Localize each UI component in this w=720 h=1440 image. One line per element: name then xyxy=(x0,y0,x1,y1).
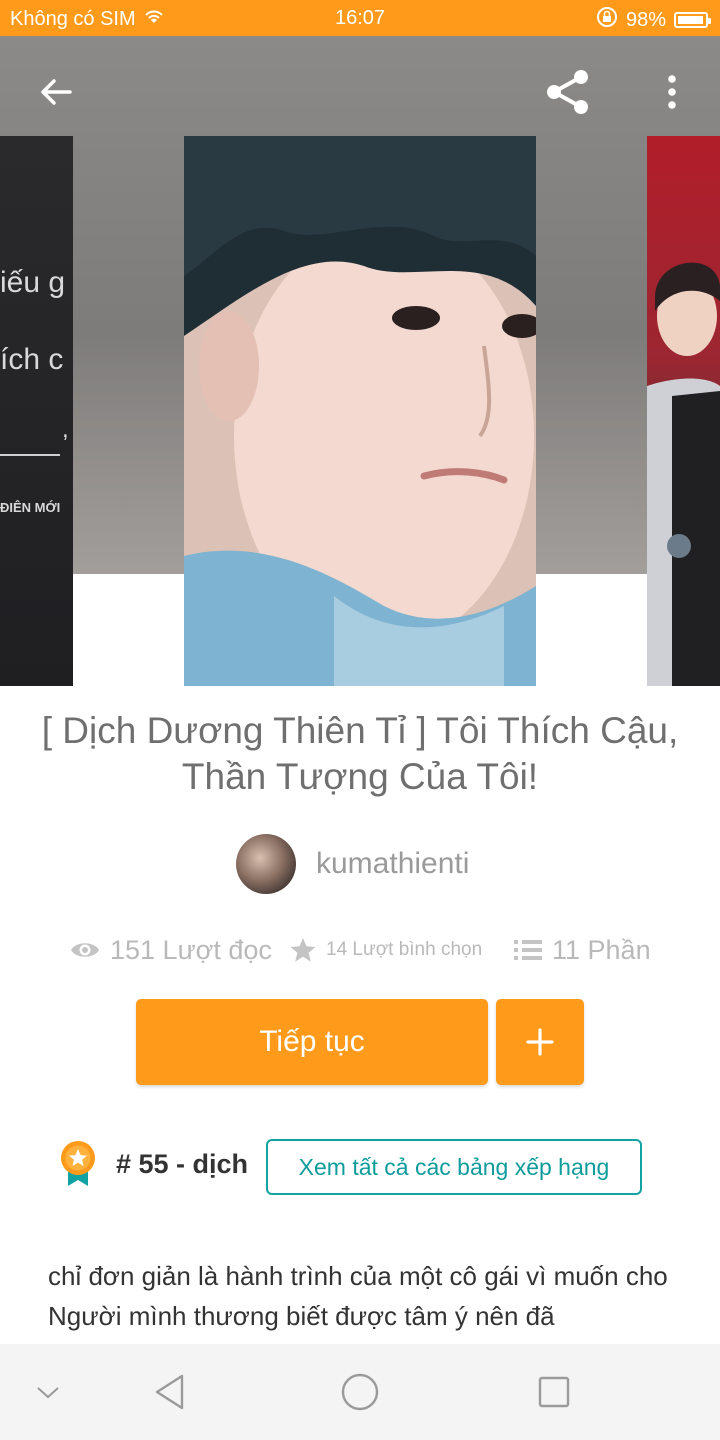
share-button[interactable] xyxy=(540,64,596,120)
author-avatar[interactable] xyxy=(236,834,296,894)
parts-count: 11 Phần xyxy=(552,934,651,965)
votes-count: 14 Lượt bình chọn xyxy=(326,939,483,960)
triangle-back-icon xyxy=(155,1374,184,1410)
list-icon xyxy=(514,940,542,960)
star-icon xyxy=(290,938,316,962)
previous-cover[interactable]: iếu g ích c , ĐIÊN MỚI xyxy=(0,136,73,686)
battery-icon xyxy=(674,12,711,28)
back-button[interactable] xyxy=(28,64,84,120)
more-options-button[interactable] xyxy=(644,64,700,120)
arrow-left-icon xyxy=(41,79,72,105)
status-bar: Không có SIM 16:07 98% xyxy=(0,0,720,36)
add-to-library-button[interactable] xyxy=(496,999,584,1085)
share-icon xyxy=(547,70,588,114)
cover-portrait-image xyxy=(184,136,536,686)
system-navigation-bar xyxy=(0,1344,720,1440)
rotation-lock-icon xyxy=(596,6,618,34)
battery-fill xyxy=(678,16,704,24)
plus-icon xyxy=(526,1028,554,1056)
nav-home-button[interactable] xyxy=(336,1368,384,1416)
battery-percent: 98% xyxy=(625,8,666,31)
reads-stat: 151 Lượt đọc xyxy=(70,928,272,972)
square-recents-icon xyxy=(538,1376,570,1408)
continue-reading-button[interactable]: Tiếp tục xyxy=(136,999,488,1085)
cover-text-1: iếu g xyxy=(0,266,66,299)
continue-reading-label: Tiếp tục xyxy=(259,1025,365,1058)
votes-stat: 14 Lượt bình chọn xyxy=(290,928,482,972)
author-link[interactable]: kumathienti xyxy=(236,834,469,894)
parts-stat: 11 Phần xyxy=(514,928,651,972)
hide-nav-button[interactable] xyxy=(24,1368,72,1416)
view-all-rankings-button[interactable]: Xem tất cả các bảng xếp hạng xyxy=(266,1139,642,1195)
view-all-rankings-label: Xem tất cả các bảng xếp hạng xyxy=(298,1153,610,1180)
chevron-down-icon xyxy=(37,1387,59,1399)
cover-text-2: ích c xyxy=(0,343,64,376)
cover-carousel[interactable]: iếu g ích c , ĐIÊN MỚI xyxy=(0,36,720,686)
rank-text: # 55 - dịch xyxy=(116,1148,249,1179)
ranking-badge: # 55 - dịch xyxy=(58,1140,248,1188)
nav-recents-button[interactable] xyxy=(530,1368,578,1416)
story-stats: 151 Lượt đọc 14 Lượt bình chọn 11 Phần xyxy=(0,928,720,972)
cover-divider xyxy=(0,454,60,456)
book-cover[interactable] xyxy=(184,136,536,686)
story-description: chỉ đơn giản là hành trình của một cô gá… xyxy=(48,1261,668,1331)
nav-back-button[interactable] xyxy=(146,1368,194,1416)
eye-icon xyxy=(71,943,99,957)
more-vertical-icon xyxy=(668,75,676,109)
circle-home-icon xyxy=(341,1373,379,1411)
reads-count: 151 Lượt đọc xyxy=(110,934,272,965)
story-title: [ Dịch Dương Thiên Tỉ ] Tôi Thích Cậu, T… xyxy=(41,710,679,797)
cover-text-footer: ĐIÊN MỚI xyxy=(0,500,61,515)
medal-icon xyxy=(61,1141,95,1186)
next-cover[interactable] xyxy=(647,136,720,686)
cover-performer-image xyxy=(647,262,720,686)
cover-text-mark: , xyxy=(62,416,69,443)
author-name[interactable]: kumathienti xyxy=(316,847,469,881)
